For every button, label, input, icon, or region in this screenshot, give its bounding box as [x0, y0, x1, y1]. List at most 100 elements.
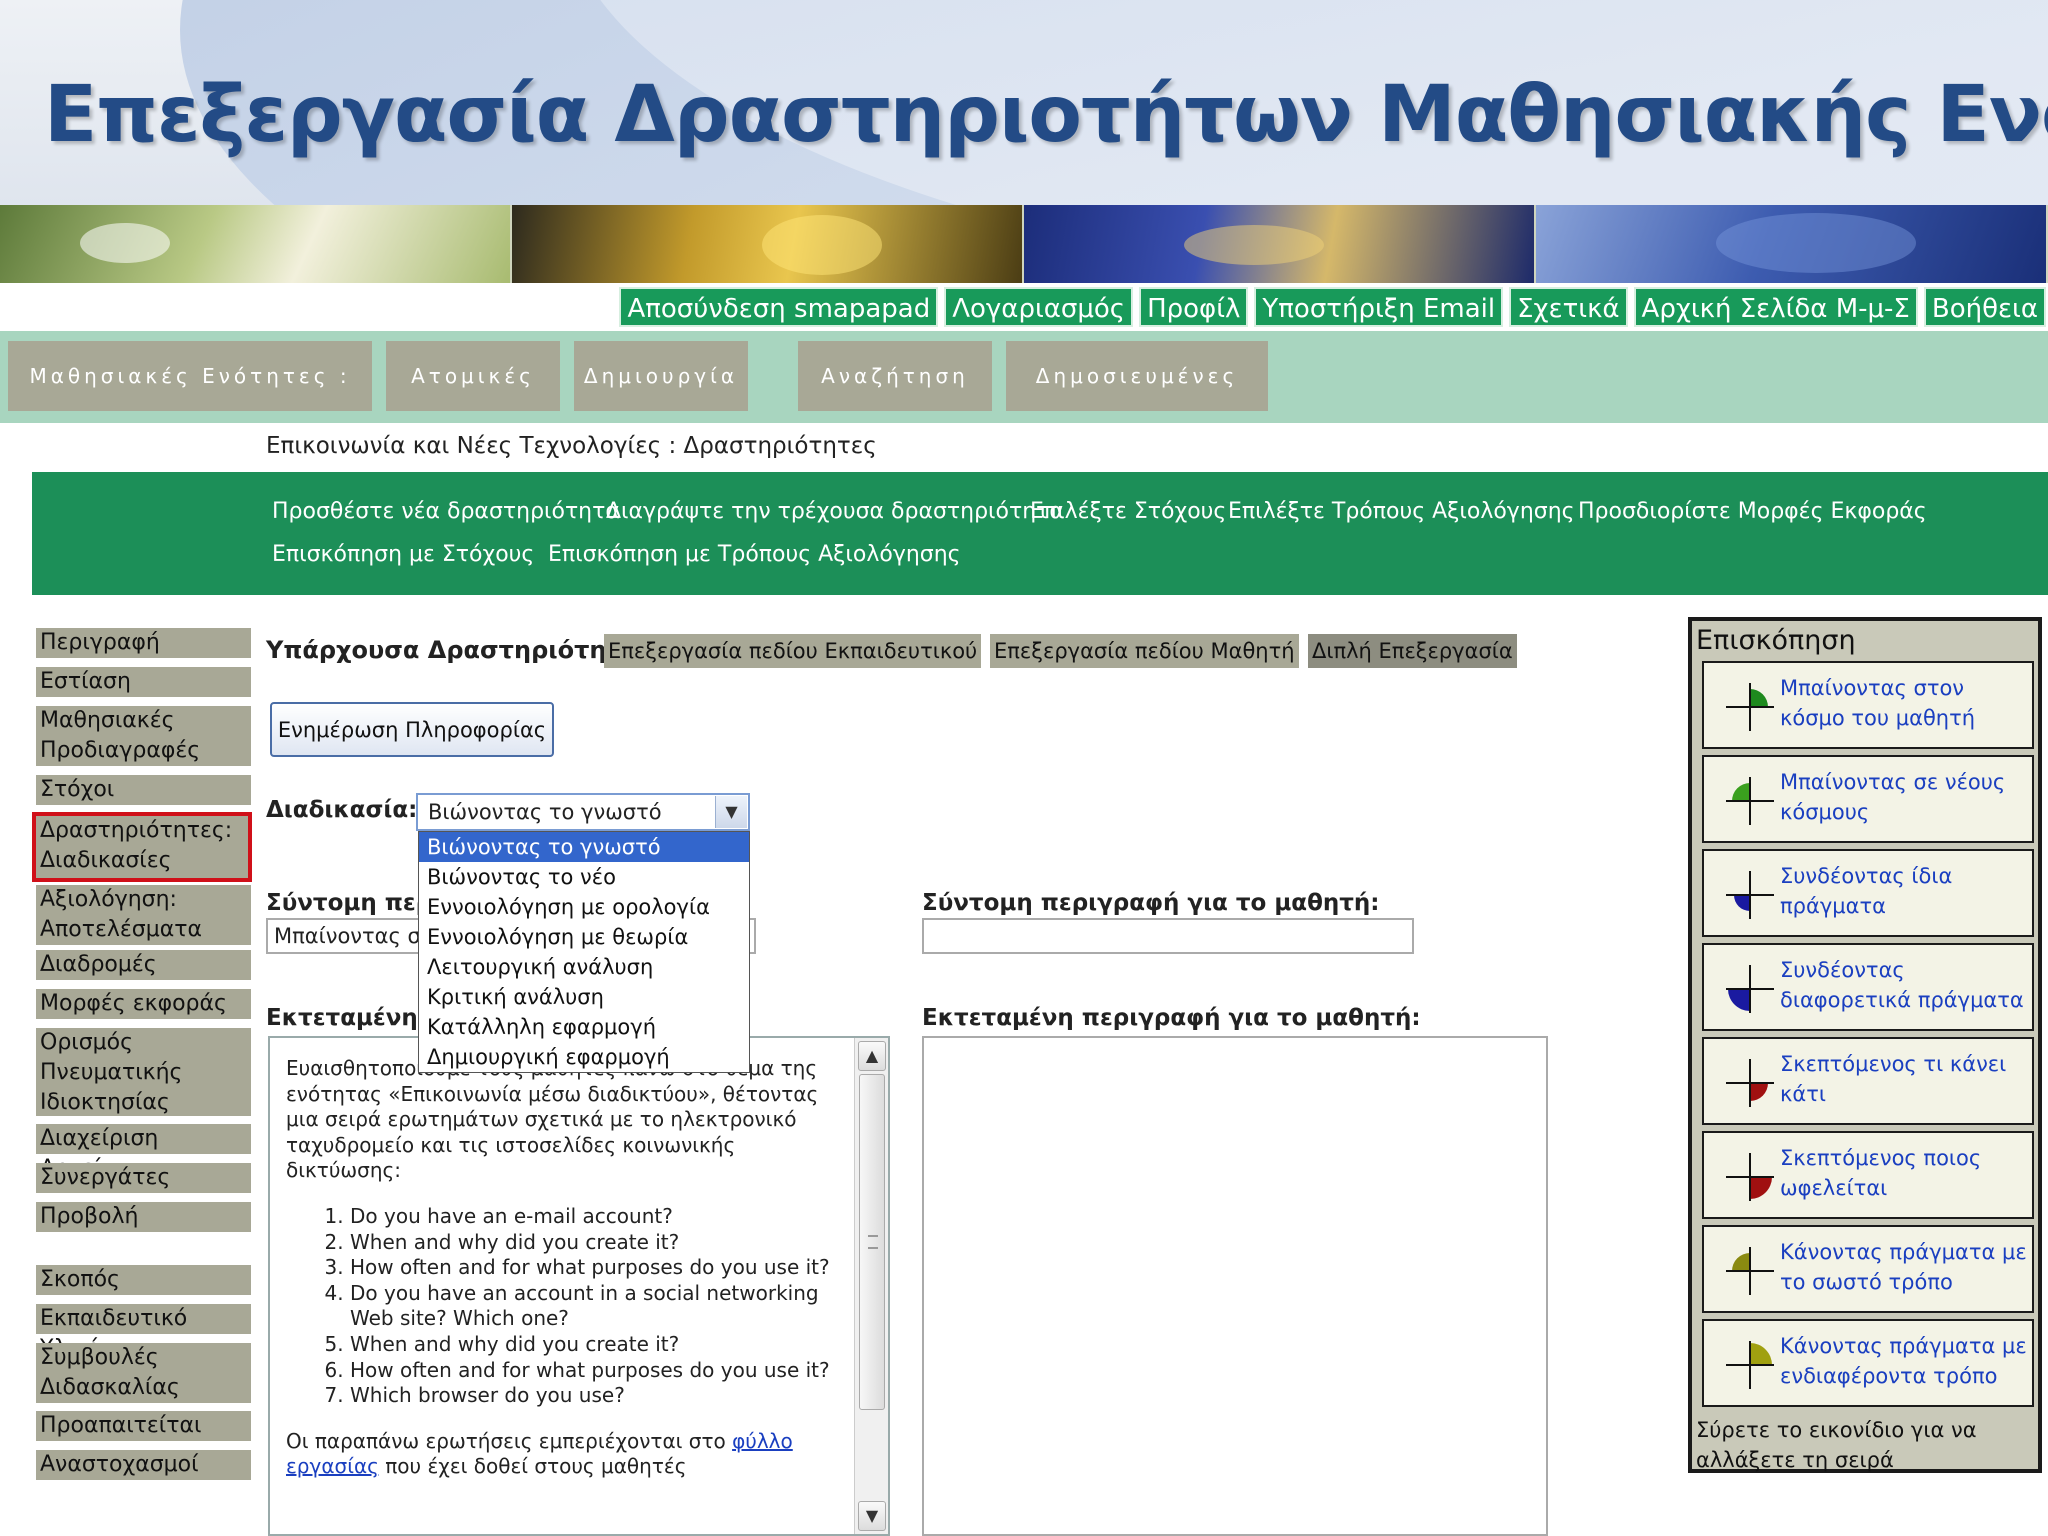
- tab-create[interactable]: Δημιουργία: [574, 341, 748, 411]
- process-option[interactable]: Κατάλληλη εφαρμογή: [419, 1012, 749, 1042]
- textarea-scrollbar[interactable]: ▲ ▼: [854, 1038, 888, 1534]
- overview-card-label: Μπαίνοντας στον κόσμο του μαθητή: [1780, 676, 1976, 730]
- list-item: When and why did you create it?: [350, 1332, 856, 1358]
- process-option[interactable]: Εννοιολόγηση με θεωρία: [419, 922, 749, 952]
- overview-card[interactable]: Σκεπτόμενος ποιος ωφελείται: [1702, 1131, 2034, 1219]
- sidebar-item-material[interactable]: Εκπαιδευτικό Υλικό: [36, 1304, 251, 1361]
- sidebar-item-goals[interactable]: Στόχοι: [36, 775, 251, 805]
- tab-learning-units[interactable]: Μαθησιακές Ενότητες :: [8, 341, 372, 411]
- select-goals-link[interactable]: Επιλέξτε Στόχους: [1030, 499, 1226, 524]
- define-forms-link[interactable]: Προσδιορίστε Μορφές Εκφοράς: [1578, 499, 1927, 524]
- sidebar-item-activities[interactable]: Δραστηριότητες: Διαδικασίες: [32, 812, 252, 882]
- overview-card-label: Συνδέοντας ίδια πράγματα: [1780, 864, 1953, 918]
- edit-student-field-button[interactable]: Επεξεργασία πεδίου Μαθητή: [990, 634, 1299, 668]
- process-option[interactable]: Δημιουργική εφαρμογή: [419, 1042, 749, 1072]
- list-item: Which browser do you use?: [350, 1383, 856, 1409]
- sidebar-item-collaborators[interactable]: Συνεργάτες: [36, 1163, 251, 1193]
- sidebar-item-focus[interactable]: Εστίαση: [36, 667, 251, 697]
- overview-card[interactable]: Σκεπτόμενος τι κάνει κάτι: [1702, 1037, 2034, 1125]
- overview-goals-link[interactable]: Επισκόπηση με Στόχους: [272, 542, 534, 567]
- quadrant-icon[interactable]: [1724, 963, 1776, 1015]
- overview-card[interactable]: Κάνοντας πράγματα με το σωστό τρόπο: [1702, 1225, 2034, 1313]
- overview-note: Σύρετε το εικονίδιο για να αλλάξετε τη σ…: [1696, 1418, 1977, 1472]
- quadrant-icon[interactable]: [1724, 869, 1776, 921]
- select-assessment-link[interactable]: Επιλέξτε Τρόπους Αξιολόγησης: [1228, 499, 1575, 524]
- home-link[interactable]: Αρχική Σελίδα Μ-μ-Σ: [1633, 287, 1918, 327]
- list-item: When and why did you create it?: [350, 1230, 856, 1256]
- quadrant-icon[interactable]: [1724, 681, 1776, 733]
- action-panel: Προσθέστε νέα δραστηριότητα Διαγράψτε τη…: [32, 472, 2048, 595]
- top-links-bar: Αποσύνδεση smapapad Λογαριασμός Προφίλ Υ…: [619, 287, 2046, 327]
- delete-activity-link[interactable]: Διαγράψτε την τρέχουσα δραστηριότητα: [606, 499, 1064, 524]
- list-item: Do you have an account in a social netwo…: [350, 1281, 856, 1332]
- update-info-button[interactable]: Ενημέρωση Πληροφορίας: [270, 702, 554, 757]
- overview-assessment-link[interactable]: Επισκόπηση με Τρόπους Αξιολόγησης: [548, 542, 961, 567]
- scroll-up-icon[interactable]: ▲: [858, 1041, 886, 1071]
- email-support-link[interactable]: Υποστήριξη Email: [1254, 287, 1504, 327]
- sidebar-item-routes[interactable]: Διαδρομές: [36, 950, 251, 980]
- process-select-value: Βιώνοντας το γνωστό: [428, 800, 662, 824]
- tab-personal[interactable]: Ατομικές: [386, 341, 560, 411]
- overview-card[interactable]: Συνδέοντας ίδια πράγματα: [1702, 849, 2034, 937]
- help-link[interactable]: Βοήθεια: [1923, 287, 2046, 327]
- sidebar-item-specs[interactable]: Μαθησιακές Προδιαγραφές: [36, 706, 251, 766]
- quadrant-icon[interactable]: [1724, 1057, 1776, 1109]
- slide-header: Επεξεργασία Δραστηριοτήτων Μαθησιακής Εν…: [0, 0, 2048, 205]
- process-label: Διαδικασία:: [266, 797, 418, 823]
- overview-card-label: Σκεπτόμενος τι κάνει κάτι: [1780, 1052, 2007, 1106]
- logout-link[interactable]: Αποσύνδεση smapapad: [619, 287, 939, 327]
- double-edit-button[interactable]: Διπλή Επεξεργασία: [1308, 634, 1517, 668]
- profile-link[interactable]: Προφίλ: [1139, 287, 1249, 327]
- tab-bar: Μαθησιακές Ενότητες : Ατομικές Δημιουργί…: [0, 331, 2048, 423]
- banner: [0, 205, 2048, 283]
- overview-card[interactable]: Μπαίνοντας σε νέους κόσμους: [1702, 755, 2034, 843]
- scroll-down-icon[interactable]: ▼: [858, 1501, 886, 1531]
- tab-search[interactable]: Αναζήτηση: [798, 341, 992, 411]
- edit-teacher-field-button[interactable]: Επεξεργασία πεδίου Εκπαιδευτικού: [604, 634, 982, 668]
- sidebar-item-purpose[interactable]: Σκοπός: [36, 1265, 251, 1295]
- long-text-intro: Ευαισθητοποιούμε τους μαθητές πάνω στο θ…: [286, 1056, 819, 1183]
- question-list: Do you have an e-mail account? When and …: [350, 1204, 856, 1409]
- sidebar-item-reflections[interactable]: Αναστοχασμοί: [36, 1450, 251, 1480]
- quadrant-icon[interactable]: [1724, 1245, 1776, 1297]
- process-option[interactable]: Βιώνοντας το γνωστό: [419, 832, 749, 862]
- process-option[interactable]: Λειτουργική ανάλυση: [419, 952, 749, 982]
- long-student-label: Εκτεταμένη περιγραφή για το μαθητή:: [922, 1005, 1421, 1031]
- breadcrumb: Επικοινωνία και Νέες Τεχνολογίες : Δραστ…: [266, 433, 877, 459]
- sidebar-item-view[interactable]: Προβολή: [36, 1202, 251, 1232]
- overview-card-label: Μπαίνοντας σε νέους κόσμους: [1780, 770, 2006, 824]
- process-option[interactable]: Κριτική ανάλυση: [419, 982, 749, 1012]
- outro-text-pre: Οι παραπάνω ερωτήσεις εμπεριέχονται στο: [286, 1428, 726, 1453]
- sidebar-item-files[interactable]: Διαχείριση Αρχείων: [36, 1124, 251, 1181]
- sidebar-item-description[interactable]: Περιγραφή: [36, 628, 251, 658]
- list-item: How often and for what purposes do you u…: [350, 1358, 856, 1384]
- sidebar-item-assessment[interactable]: Αξιολόγηση: Αποτελέσματα: [36, 885, 251, 945]
- account-link[interactable]: Λογαριασμός: [944, 287, 1134, 327]
- sidebar-item-forms[interactable]: Μορφές εκφοράς: [36, 989, 251, 1019]
- existing-activity-label: Υπάρχουσα Δραστηριότητα: [266, 636, 639, 664]
- scrollbar-thumb[interactable]: [859, 1074, 885, 1410]
- short-teacher-label: Σύντομη περι: [266, 890, 442, 916]
- add-activity-link[interactable]: Προσθέστε νέα δραστηριότητα: [272, 499, 620, 524]
- quadrant-icon[interactable]: [1724, 1339, 1776, 1391]
- process-select[interactable]: Βιώνοντας το γνωστό ▼: [416, 793, 750, 831]
- process-option[interactable]: Βιώνοντας το νέο: [419, 862, 749, 892]
- list-item: How often and for what purposes do you u…: [350, 1255, 856, 1281]
- sidebar-item-copyright[interactable]: Ορισμός Πνευματικής Ιδιοκτησίας: [36, 1028, 251, 1116]
- short-student-input[interactable]: [922, 918, 1414, 954]
- long-teacher-textarea[interactable]: Ευαισθητοποιούμε τους μαθητές πάνω στο θ…: [268, 1036, 890, 1536]
- sidebar-item-prerequisites[interactable]: Προαπαιτείται: [36, 1411, 251, 1441]
- quadrant-icon[interactable]: [1724, 775, 1776, 827]
- banner-image-mouse: [0, 205, 512, 283]
- sidebar-item-tips[interactable]: Συμβουλές Διδασκαλίας: [36, 1343, 251, 1403]
- process-option[interactable]: Εννοιολόγηση με ορολογία: [419, 892, 749, 922]
- quadrant-icon[interactable]: [1724, 1151, 1776, 1203]
- long-student-textarea[interactable]: [922, 1036, 1548, 1536]
- process-dropdown-list: Βιώνοντας το γνωστό Βιώνοντας το νέο Ενν…: [418, 831, 750, 1073]
- tab-published[interactable]: Δημοσιευμένες: [1006, 341, 1268, 411]
- overview-card[interactable]: Μπαίνοντας στον κόσμο του μαθητή: [1702, 661, 2034, 749]
- chevron-down-icon[interactable]: ▼: [715, 796, 747, 828]
- about-link[interactable]: Σχετικά: [1509, 287, 1628, 327]
- overview-card[interactable]: Συνδέοντας διαφορετικά πράγματα: [1702, 943, 2034, 1031]
- overview-card[interactable]: Κάνοντας πράγματα με ενδιαφέροντα τρόπο: [1702, 1319, 2034, 1407]
